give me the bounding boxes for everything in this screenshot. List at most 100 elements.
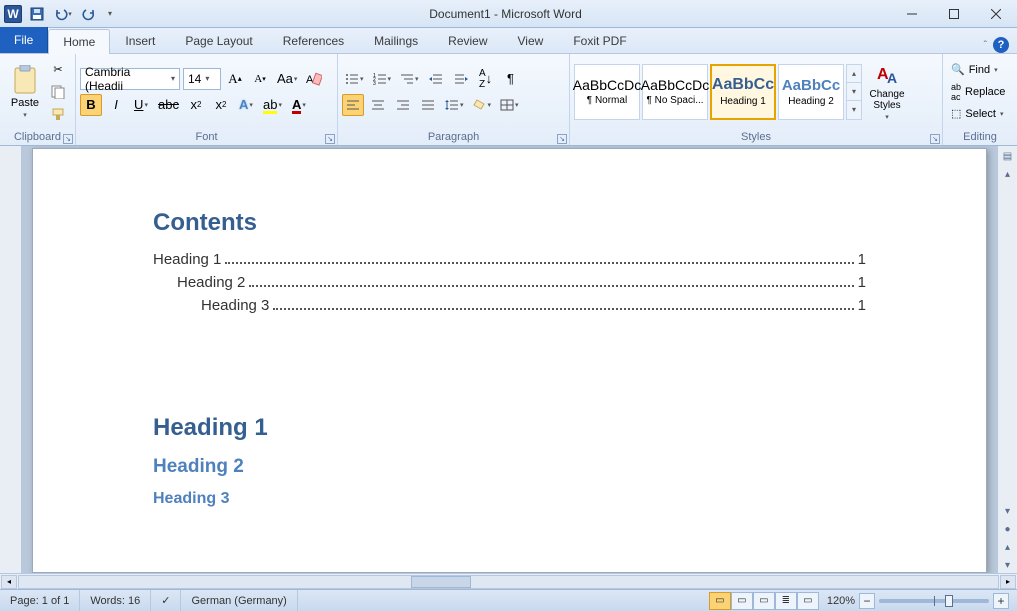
paragraph-launcher-icon[interactable]: ↘ <box>557 134 567 144</box>
tab-page-layout[interactable]: Page Layout <box>170 28 267 53</box>
style-gallery-more[interactable]: ▴▾▾ <box>846 64 862 120</box>
borders-icon[interactable]: ▾ <box>497 94 522 116</box>
cut-icon[interactable]: ✂ <box>48 60 68 80</box>
maximize-button[interactable] <box>933 0 975 28</box>
hscroll-right-icon[interactable]: ▸ <box>1000 575 1016 589</box>
shading-icon[interactable]: ▾ <box>470 94 495 116</box>
toc-entry[interactable]: Heading 31 <box>153 297 866 314</box>
shrink-font-icon[interactable]: A▾ <box>249 68 271 90</box>
tab-view[interactable]: View <box>503 28 559 53</box>
status-page[interactable]: Page: 1 of 1 <box>0 590 80 611</box>
copy-icon[interactable] <box>48 82 68 102</box>
web-layout-view-icon[interactable]: ▭ <box>753 592 775 610</box>
numbering-icon[interactable]: 123▾ <box>370 68 395 90</box>
print-layout-view-icon[interactable]: ▭ <box>709 592 731 610</box>
next-page-icon[interactable]: ▾ <box>1000 557 1016 573</box>
styles-launcher-icon[interactable]: ↘ <box>930 134 940 144</box>
browse-object-icon[interactable]: ● <box>1000 521 1016 537</box>
file-tab[interactable]: File <box>0 27 48 53</box>
vertical-scrollbar[interactable]: ▤ ▴ ▾ ● ▴ ▾ <box>997 146 1017 573</box>
full-screen-view-icon[interactable]: ▭ <box>731 592 753 610</box>
justify-icon[interactable] <box>417 94 439 116</box>
help-icon[interactable]: ? <box>993 37 1009 53</box>
clear-formatting-icon[interactable]: A <box>303 68 325 90</box>
scroll-down-icon[interactable]: ▾ <box>1000 503 1016 519</box>
zoom-value[interactable]: 120% <box>827 595 855 607</box>
tab-references[interactable]: References <box>268 28 359 53</box>
style-item--normal[interactable]: AaBbCcDc¶ Normal <box>574 64 640 120</box>
tab-review[interactable]: Review <box>433 28 502 53</box>
zoom-out-button[interactable]: − <box>859 593 875 609</box>
tab-home[interactable]: Home <box>48 29 110 54</box>
underline-button[interactable]: U▾ <box>130 94 152 116</box>
toc-entry[interactable]: Heading 11 <box>153 251 866 268</box>
align-left-icon[interactable] <box>342 94 364 116</box>
toc-title[interactable]: Contents <box>153 209 866 237</box>
hscroll-left-icon[interactable]: ◂ <box>1 575 17 589</box>
qat-customize-icon[interactable]: ▾ <box>104 3 116 25</box>
text-effects-icon[interactable]: A▾ <box>235 94 257 116</box>
outline-view-icon[interactable]: ≣ <box>775 592 797 610</box>
ruler-toggle-icon[interactable]: ▤ <box>1000 148 1016 164</box>
sort-icon[interactable]: AZ↓ <box>475 68 497 90</box>
tab-mailings[interactable]: Mailings <box>359 28 433 53</box>
align-center-icon[interactable] <box>367 94 389 116</box>
italic-button[interactable]: I <box>105 94 127 116</box>
font-color-icon[interactable]: A▾ <box>288 94 310 116</box>
close-button[interactable] <box>975 0 1017 28</box>
status-language[interactable]: German (Germany) <box>181 590 297 611</box>
page-area[interactable]: Contents Heading 11Heading 21Heading 31 … <box>22 146 997 573</box>
document-page[interactable]: Contents Heading 11Heading 21Heading 31 … <box>32 148 987 573</box>
font-name-combo[interactable]: Cambria (Headii▾ <box>80 68 180 90</box>
tab-insert[interactable]: Insert <box>110 28 170 53</box>
scroll-up-icon[interactable]: ▴ <box>1000 166 1016 182</box>
subscript-button[interactable]: x2 <box>185 94 207 116</box>
find-button[interactable]: 🔍Find▾ <box>947 60 1009 80</box>
horizontal-scrollbar[interactable]: ◂ ▸ <box>0 573 1017 589</box>
bullets-icon[interactable]: ▾ <box>342 68 367 90</box>
strikethrough-button[interactable]: abc <box>155 94 182 116</box>
draft-view-icon[interactable]: ▭ <box>797 592 819 610</box>
multilevel-list-icon[interactable]: ▾ <box>397 68 422 90</box>
zoom-slider[interactable] <box>879 599 989 603</box>
superscript-button[interactable]: x2 <box>210 94 232 116</box>
clipboard-launcher-icon[interactable]: ↘ <box>63 134 73 144</box>
grow-font-icon[interactable]: A▴ <box>224 68 246 90</box>
prev-page-icon[interactable]: ▴ <box>1000 539 1016 555</box>
align-right-icon[interactable] <box>392 94 414 116</box>
style-item-heading-2[interactable]: AaBbCcHeading 2 <box>778 64 844 120</box>
replace-button[interactable]: abacReplace <box>947 82 1009 102</box>
doc-h2[interactable]: Heading 2 <box>153 456 866 478</box>
style-item-heading-1[interactable]: AaBbCcHeading 1 <box>710 64 776 120</box>
hscroll-track[interactable] <box>18 575 999 589</box>
bold-button[interactable]: B <box>80 94 102 116</box>
vertical-ruler[interactable] <box>0 146 22 589</box>
status-proofing-icon[interactable]: ✓ <box>151 590 181 611</box>
paste-button[interactable]: Paste ▾ <box>4 59 46 125</box>
line-spacing-icon[interactable]: ▾ <box>442 94 467 116</box>
highlight-color-icon[interactable]: ab▾ <box>260 94 285 116</box>
doc-h1[interactable]: Heading 1 <box>153 414 866 442</box>
format-painter-icon[interactable] <box>48 104 68 124</box>
undo-icon[interactable]: ▾ <box>52 3 74 25</box>
minimize-button[interactable] <box>891 0 933 28</box>
minimize-ribbon-icon[interactable]: ˆ <box>984 40 987 51</box>
hscroll-thumb[interactable] <box>411 576 471 588</box>
font-launcher-icon[interactable]: ↘ <box>325 134 335 144</box>
style-item--no-spaci-[interactable]: AaBbCcDc¶ No Spaci... <box>642 64 708 120</box>
change-case-icon[interactable]: Aa▾ <box>274 68 300 90</box>
zoom-slider-knob[interactable] <box>945 595 953 607</box>
select-button[interactable]: ⬚Select▾ <box>947 104 1009 124</box>
increase-indent-icon[interactable] <box>450 68 472 90</box>
zoom-in-button[interactable]: + <box>993 593 1009 609</box>
decrease-indent-icon[interactable] <box>425 68 447 90</box>
change-styles-button[interactable]: AA Change Styles ▾ <box>864 62 910 122</box>
status-words[interactable]: Words: 16 <box>80 590 151 611</box>
toc-entry[interactable]: Heading 21 <box>153 274 866 291</box>
show-marks-icon[interactable]: ¶ <box>500 68 522 90</box>
save-icon[interactable] <box>26 3 48 25</box>
doc-h3[interactable]: Heading 3 <box>153 490 866 508</box>
font-size-combo[interactable]: 14▾ <box>183 68 221 90</box>
redo-icon[interactable] <box>78 3 100 25</box>
tab-foxit-pdf[interactable]: Foxit PDF <box>558 28 641 53</box>
